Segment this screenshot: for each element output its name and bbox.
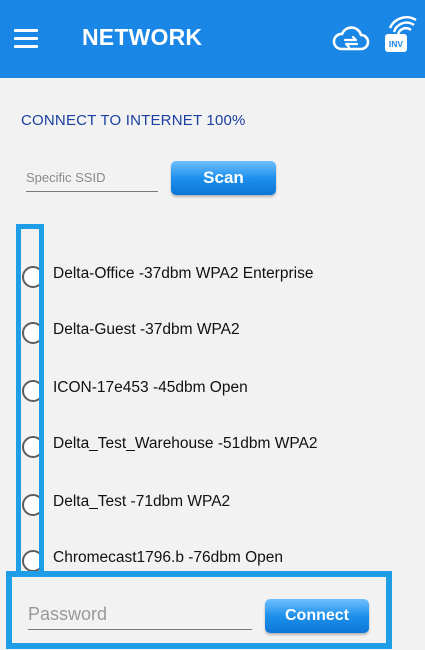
connection-status: CONNECT TO INTERNET 100%: [21, 112, 246, 129]
connect-button[interactable]: Connect: [265, 599, 369, 633]
radio-column-highlight: [16, 224, 44, 582]
network-label: Delta_Test_Warehouse -51dbm WPA2: [53, 435, 318, 452]
scan-button[interactable]: Scan: [171, 161, 276, 195]
ssid-input[interactable]: [26, 163, 158, 192]
password-field[interactable]: [28, 599, 252, 630]
cloud-sync-icon[interactable]: [332, 25, 370, 53]
list-item[interactable]: Delta_Test_Warehouse -51dbm WPA2: [0, 426, 425, 466]
menu-icon[interactable]: [14, 29, 38, 49]
network-label: Delta-Guest -37dbm WPA2: [53, 321, 240, 338]
list-item[interactable]: Delta_Test -71dbm WPA2: [0, 484, 425, 524]
network-label: Delta-Office -37dbm WPA2 Enterprise: [53, 265, 314, 282]
list-item[interactable]: Delta-Office -37dbm WPA2 Enterprise: [0, 256, 425, 296]
page-title: NETWORK: [82, 24, 203, 50]
list-item[interactable]: Delta-Guest -37dbm WPA2: [0, 312, 425, 352]
top-app-bar: NETWORK INV: [0, 0, 425, 78]
network-label: Chromecast1796.b -76dbm Open: [53, 549, 284, 566]
network-label: Delta_Test -71dbm WPA2: [53, 493, 231, 510]
wifi-inverter-icon[interactable]: INV: [384, 14, 418, 54]
network-label: ICON-17e453 -45dbm Open: [53, 379, 248, 396]
list-item[interactable]: ICON-17e453 -45dbm Open: [0, 370, 425, 410]
inv-badge: INV: [389, 39, 404, 49]
